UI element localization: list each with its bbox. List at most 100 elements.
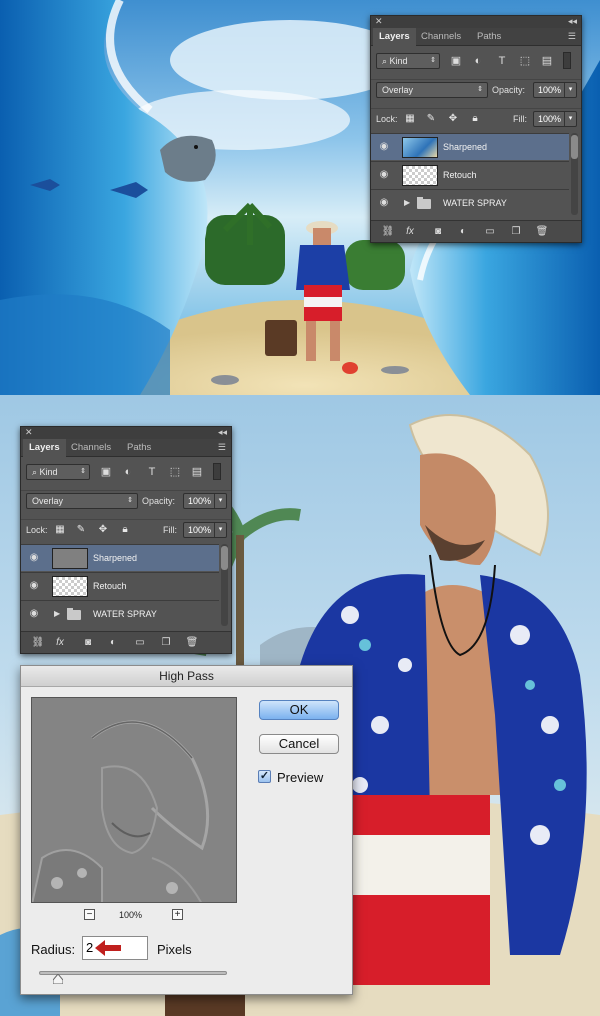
cancel-button[interactable]: Cancel bbox=[259, 734, 339, 754]
panel-menu-icon[interactable]: ☰ bbox=[218, 442, 226, 453]
lock-position-icon[interactable]: ✥ bbox=[447, 113, 459, 125]
chevron-down-icon[interactable]: ▾ bbox=[214, 494, 226, 508]
lock-label: Lock: bbox=[376, 114, 398, 124]
folder-icon bbox=[67, 608, 81, 620]
lock-brush-icon[interactable]: ✎ bbox=[75, 524, 87, 536]
folder-icon bbox=[417, 197, 431, 209]
eye-icon[interactable]: ◉ bbox=[377, 197, 391, 209]
lock-row: Lock: ▦ ✎ ✥ 🔒︎ Fill: 100% ▾ bbox=[371, 108, 581, 128]
layer-name: Retouch bbox=[443, 170, 477, 180]
lock-transparent-icon[interactable]: ▦ bbox=[54, 524, 66, 536]
lock-all-icon[interactable]: 🔒︎ bbox=[469, 113, 481, 125]
smart-object-filter-icon[interactable]: ▤ bbox=[540, 54, 554, 68]
ok-button[interactable]: OK bbox=[259, 700, 339, 720]
chevron-down-icon[interactable]: ▾ bbox=[564, 112, 576, 126]
adjustment-layer-icon[interactable]: ◐ bbox=[106, 636, 120, 650]
eye-icon[interactable]: ◉ bbox=[27, 580, 41, 592]
filter-kind-select[interactable]: ⌕ Kind ⇕ bbox=[26, 464, 90, 480]
layer-row-retouch[interactable]: ◉ Retouch bbox=[21, 572, 219, 599]
blend-mode-select[interactable]: Overlay ⇕ bbox=[376, 82, 488, 98]
preview-label: Preview bbox=[277, 770, 324, 785]
layer-name: Sharpened bbox=[93, 553, 138, 563]
layer-thumbnail bbox=[402, 165, 438, 186]
layer-row-sharpened[interactable]: ◉ Sharpened bbox=[21, 544, 219, 571]
adjustment-filter-icon[interactable]: ◐ bbox=[471, 54, 485, 68]
fill-label: Fill: bbox=[163, 525, 177, 535]
new-layer-icon[interactable]: ❐ bbox=[509, 225, 523, 239]
layers-scrollbar-thumb[interactable] bbox=[571, 135, 578, 159]
fx-icon[interactable]: fx bbox=[53, 636, 67, 650]
lock-row: Lock: ▦ ✎ ✥ 🔒︎ Fill: 100% ▾ bbox=[21, 519, 231, 539]
shape-filter-icon[interactable]: ⬚ bbox=[168, 465, 182, 479]
link-layers-icon[interactable]: ⛓ bbox=[31, 636, 45, 650]
fill-field[interactable]: 100% ▾ bbox=[183, 522, 227, 538]
opacity-field[interactable]: 100% ▾ bbox=[533, 82, 577, 98]
fx-icon[interactable]: fx bbox=[403, 225, 417, 239]
layer-row-water-spray[interactable]: ◉ ▶ WATER SPRAY bbox=[21, 600, 219, 626]
tab-channels[interactable]: Channels bbox=[65, 439, 117, 457]
layer-row-retouch[interactable]: ◉ Retouch bbox=[371, 161, 569, 188]
filter-kind-select[interactable]: ⌕ Kind ⇕ bbox=[376, 53, 440, 69]
zoom-in-button[interactable]: + bbox=[172, 909, 183, 920]
pixel-filter-icon[interactable]: ▣ bbox=[449, 54, 463, 68]
adjustment-layer-icon[interactable]: ◐ bbox=[456, 225, 470, 239]
panel-titlebar: ✕ ◂◂ bbox=[21, 427, 231, 439]
close-icon[interactable]: ✕ bbox=[25, 427, 33, 438]
eye-icon[interactable]: ◉ bbox=[377, 141, 391, 153]
search-icon: ⌕ bbox=[32, 467, 40, 477]
lock-all-icon[interactable]: 🔒︎ bbox=[119, 524, 131, 536]
layer-name: WATER SPRAY bbox=[93, 609, 157, 619]
preview-checkbox[interactable]: ✓ bbox=[258, 770, 271, 783]
pixel-filter-icon[interactable]: ▣ bbox=[99, 465, 113, 479]
smart-object-filter-icon[interactable]: ▤ bbox=[190, 465, 204, 479]
add-mask-icon[interactable]: ◙ bbox=[81, 636, 95, 650]
close-icon[interactable]: ✕ bbox=[375, 16, 383, 27]
dialog-title: High Pass bbox=[21, 666, 352, 687]
fill-field[interactable]: 100% ▾ bbox=[533, 111, 577, 127]
chevron-down-icon[interactable]: ▾ bbox=[214, 523, 226, 537]
tab-layers[interactable]: Layers bbox=[23, 439, 66, 457]
zoom-level: 100% bbox=[119, 910, 143, 920]
type-filter-icon[interactable]: T bbox=[495, 54, 509, 68]
tab-paths[interactable]: Paths bbox=[121, 439, 157, 457]
lock-transparent-icon[interactable]: ▦ bbox=[404, 113, 416, 125]
double-chevron-icon[interactable]: ◂◂ bbox=[218, 427, 227, 438]
chevron-down-icon[interactable]: ▾ bbox=[564, 83, 576, 97]
new-layer-icon[interactable]: ❐ bbox=[159, 636, 173, 650]
expand-arrow-icon[interactable]: ▶ bbox=[404, 198, 410, 207]
new-group-icon[interactable]: ▭ bbox=[483, 225, 497, 239]
trash-icon[interactable]: 🗑︎ bbox=[185, 636, 199, 650]
zoom-out-button[interactable]: − bbox=[84, 909, 95, 920]
high-pass-preview-image bbox=[32, 698, 236, 902]
trash-icon[interactable]: 🗑︎ bbox=[535, 225, 549, 239]
link-layers-icon[interactable]: ⛓ bbox=[381, 225, 395, 239]
filter-preview[interactable] bbox=[31, 697, 237, 903]
blend-mode-select[interactable]: Overlay ⇕ bbox=[26, 493, 138, 509]
panel-menu-icon[interactable]: ☰ bbox=[568, 31, 576, 42]
add-mask-icon[interactable]: ◙ bbox=[431, 225, 445, 239]
adjustment-filter-icon[interactable]: ◐ bbox=[121, 465, 135, 479]
layer-row-water-spray[interactable]: ◉ ▶ WATER SPRAY bbox=[371, 189, 569, 215]
eye-icon[interactable]: ◉ bbox=[377, 169, 391, 181]
layers-scrollbar-thumb[interactable] bbox=[221, 546, 228, 570]
eye-icon[interactable]: ◉ bbox=[27, 608, 41, 620]
lock-position-icon[interactable]: ✥ bbox=[97, 524, 109, 536]
opacity-value: 100% bbox=[188, 496, 212, 506]
filter-toggle[interactable] bbox=[563, 52, 571, 69]
lock-brush-icon[interactable]: ✎ bbox=[425, 113, 437, 125]
eye-icon[interactable]: ◉ bbox=[27, 552, 41, 564]
shape-filter-icon[interactable]: ⬚ bbox=[518, 54, 532, 68]
double-chevron-icon[interactable]: ◂◂ bbox=[568, 16, 577, 27]
expand-arrow-icon[interactable]: ▶ bbox=[54, 609, 60, 618]
layer-row-sharpened[interactable]: ◉ Sharpened bbox=[371, 133, 569, 160]
filter-toggle[interactable] bbox=[213, 463, 221, 480]
radius-slider-thumb[interactable] bbox=[52, 974, 63, 984]
radius-slider[interactable] bbox=[39, 971, 227, 975]
opacity-field[interactable]: 100% ▾ bbox=[183, 493, 227, 509]
type-filter-icon[interactable]: T bbox=[145, 465, 159, 479]
tab-layers[interactable]: Layers bbox=[373, 28, 416, 46]
tab-channels[interactable]: Channels bbox=[415, 28, 467, 46]
tab-paths[interactable]: Paths bbox=[471, 28, 507, 46]
new-group-icon[interactable]: ▭ bbox=[133, 636, 147, 650]
updown-icon: ⇕ bbox=[430, 57, 436, 64]
